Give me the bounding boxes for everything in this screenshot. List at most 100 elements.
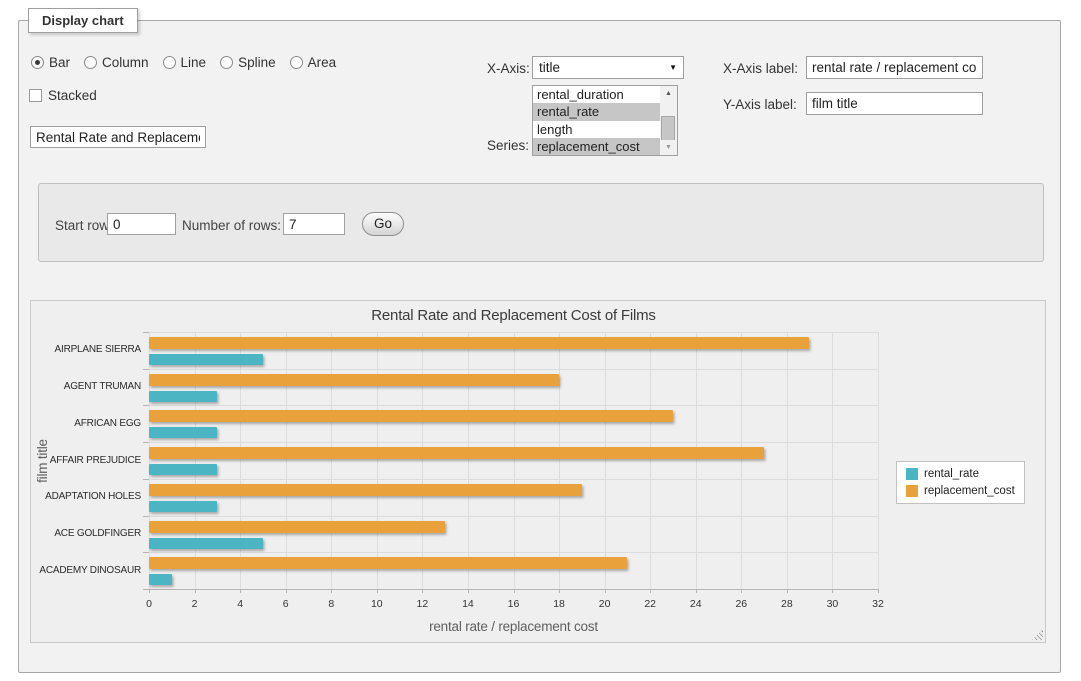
radio-label: Column — [102, 55, 149, 70]
go-button[interactable]: Go — [362, 212, 404, 236]
bar-rental-rate[interactable] — [149, 354, 263, 365]
bar-rental-rate[interactable] — [149, 538, 263, 549]
x-tick-label: 14 — [453, 598, 483, 610]
y-tick-mark — [143, 405, 149, 406]
radio-label: Area — [308, 55, 337, 70]
radio-option-column[interactable]: Column — [84, 55, 149, 70]
x-gridline — [650, 332, 651, 589]
radio-label: Bar — [49, 55, 70, 70]
y-tick-mark — [143, 369, 149, 370]
x-gridline — [240, 332, 241, 589]
series-options: rental_durationrental_ratelengthreplacem… — [533, 86, 677, 155]
bar-replacement-cost[interactable] — [149, 447, 764, 459]
scroll-down-icon[interactable]: ▼ — [660, 140, 677, 155]
y-tick-mark — [143, 332, 149, 333]
x-gridline — [514, 332, 515, 589]
x-gridline — [878, 332, 879, 589]
y-tick-mark — [143, 479, 149, 480]
bar-rental-rate[interactable] — [149, 464, 217, 475]
bar-rental-rate[interactable] — [149, 501, 217, 512]
series-option-rental-rate[interactable]: rental_rate — [533, 103, 661, 120]
panel-legend: Display chart — [28, 8, 138, 33]
number-of-rows-input[interactable] — [283, 213, 345, 235]
legend-entry-rental-rate: rental_rate — [906, 468, 1015, 480]
legend-entry-replacement-cost: replacement_cost — [906, 485, 1015, 497]
y-tick-mark — [143, 552, 149, 553]
radio-option-line[interactable]: Line — [163, 55, 207, 70]
series-option-replacement-cost[interactable]: replacement_cost — [533, 138, 661, 155]
y-tick-mark — [143, 589, 149, 590]
y-gridline — [149, 552, 878, 553]
bar-replacement-cost[interactable] — [149, 557, 627, 569]
x-axis-select[interactable]: title ▼ — [532, 56, 684, 79]
scrollbar-thumb[interactable] — [661, 116, 675, 141]
series-select-label: Series: — [487, 138, 529, 153]
bar-replacement-cost[interactable] — [149, 484, 582, 496]
radio-option-spline[interactable]: Spline — [220, 55, 276, 70]
x-tick-label: 2 — [180, 598, 210, 610]
start-row-label: Start row: — [55, 218, 113, 233]
radio-option-area[interactable]: Area — [290, 55, 337, 70]
y-gridline — [149, 516, 878, 517]
x-tick-label: 28 — [772, 598, 802, 610]
x-axis-selected-value: title — [539, 60, 560, 75]
bar-replacement-cost[interactable] — [149, 521, 445, 533]
chart-type-radio-group: Bar Column Line Spline Area — [31, 55, 336, 70]
bar-chart: Rental Rate and Replacement Cost of Film… — [31, 301, 1045, 642]
x-gridline — [422, 332, 423, 589]
radio-icon[interactable] — [84, 56, 97, 69]
bar-replacement-cost[interactable] — [149, 374, 559, 386]
series-scrollbar[interactable]: ▲ ▼ — [660, 86, 677, 155]
legend-swatch-icon — [906, 485, 918, 497]
category-label: AGENT TRUMAN — [36, 381, 141, 393]
series-listbox[interactable]: rental_durationrental_ratelengthreplacem… — [532, 85, 678, 156]
chart-title-input[interactable] — [30, 126, 206, 148]
y-axis-label-field-label: Y-Axis label: — [723, 97, 797, 112]
y-gridline — [149, 332, 878, 333]
x-gridline — [832, 332, 833, 589]
bar-replacement-cost[interactable] — [149, 410, 673, 422]
stacked-checkbox-icon[interactable] — [29, 89, 42, 102]
x-tick-label: 6 — [271, 598, 301, 610]
bar-rental-rate[interactable] — [149, 574, 172, 585]
y-gridline — [149, 405, 878, 406]
start-row-input[interactable] — [107, 213, 176, 235]
y-axis-label-input[interactable] — [806, 92, 983, 115]
x-gridline — [286, 332, 287, 589]
resize-handle-icon[interactable] — [1032, 629, 1043, 640]
category-label: ADAPTATION HOLES — [36, 491, 141, 503]
x-tick-label: 18 — [544, 598, 574, 610]
chart-title: Rental Rate and Replacement Cost of Film… — [149, 307, 878, 324]
radio-icon[interactable] — [220, 56, 233, 69]
radio-option-bar[interactable]: Bar — [31, 55, 70, 70]
stacked-option[interactable]: Stacked — [29, 88, 97, 103]
series-option-rental-duration[interactable]: rental_duration — [533, 86, 661, 103]
x-tick-label: 10 — [362, 598, 392, 610]
x-tick-mark — [878, 589, 879, 593]
category-label: AIRPLANE SIERRA — [36, 344, 141, 356]
x-tick-label: 20 — [590, 598, 620, 610]
radio-icon[interactable] — [31, 56, 44, 69]
y-gridline — [149, 479, 878, 480]
bar-rental-rate[interactable] — [149, 391, 217, 402]
x-gridline — [559, 332, 560, 589]
series-option-length[interactable]: length — [533, 121, 661, 138]
x-tick-label: 26 — [726, 598, 756, 610]
x-gridline — [605, 332, 606, 589]
scroll-up-icon[interactable]: ▲ — [660, 86, 677, 101]
x-gridline — [787, 332, 788, 589]
radio-label: Spline — [238, 55, 276, 70]
x-tick-label: 30 — [817, 598, 847, 610]
radio-icon[interactable] — [163, 56, 176, 69]
stacked-label: Stacked — [48, 88, 97, 103]
x-gridline — [195, 332, 196, 589]
radio-icon[interactable] — [290, 56, 303, 69]
category-label: AFRICAN EGG — [36, 418, 141, 430]
x-tick-label: 24 — [681, 598, 711, 610]
bar-replacement-cost[interactable] — [149, 337, 809, 349]
y-tick-mark — [143, 442, 149, 443]
x-axis-label-input[interactable] — [806, 56, 983, 79]
legend-label: rental_rate — [924, 468, 979, 480]
bar-rental-rate[interactable] — [149, 427, 217, 438]
x-tick-label: 8 — [316, 598, 346, 610]
